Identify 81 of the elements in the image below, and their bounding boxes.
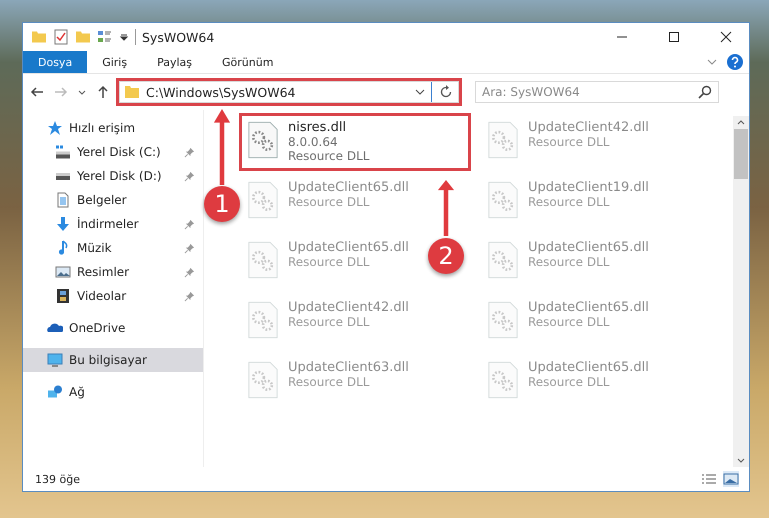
dll-file-icon (488, 360, 518, 400)
scrollbar-thumb[interactable] (734, 129, 748, 179)
film-icon (55, 288, 71, 304)
search-icon[interactable] (697, 84, 713, 100)
file-type: Resource DLL (528, 255, 610, 269)
download-arrow-icon (55, 216, 71, 232)
help-icon[interactable] (727, 54, 743, 70)
sidebar-item[interactable]: Yerel Disk (C:) (23, 140, 203, 164)
drive-icon (55, 144, 71, 160)
sidebar-item[interactable]: Hızlı erişim (23, 116, 203, 140)
sidebar-item[interactable]: Bu bilgisayar (23, 348, 203, 372)
scroll-up-icon[interactable] (737, 120, 745, 125)
file-type: Resource DLL (288, 149, 370, 163)
sidebar-item[interactable]: İndirmeler (23, 212, 203, 236)
file-version: 8.0.0.64 (288, 135, 339, 149)
pin-icon[interactable] (184, 146, 195, 158)
sidebar-item[interactable]: Müzik (23, 236, 203, 260)
file-name: UpdateClient42.dll (528, 120, 649, 135)
file-type: Resource DLL (288, 195, 370, 209)
view-menu-icon[interactable] (97, 29, 113, 45)
file-name: nisres.dll (288, 120, 348, 135)
pin-icon[interactable] (184, 170, 195, 182)
file-name: UpdateClient42.dll (288, 300, 409, 315)
search-field[interactable]: Ara: SysWOW64 (475, 81, 719, 103)
dll-file-icon (248, 360, 278, 400)
star-icon (47, 120, 63, 136)
file-name: UpdateClient65.dll (528, 300, 649, 315)
file-name: UpdateClient63.dll (288, 360, 409, 375)
dll-file-icon (488, 300, 518, 340)
annotation-arrow (437, 180, 455, 236)
large-icons-view-icon[interactable] (723, 471, 739, 487)
drive-icon (55, 172, 71, 180)
dll-file-icon (248, 180, 278, 220)
file-type: Resource DLL (528, 375, 610, 389)
address-field[interactable]: C:\Windows\SysWOW64 (119, 81, 459, 103)
sidebar-item[interactable]: Videolar (23, 284, 203, 308)
file-name: UpdateClient65.dll (528, 360, 649, 375)
file-name: UpdateClient65.dll (528, 240, 649, 255)
sidebar-item[interactable]: Belgeler (23, 188, 203, 212)
customize-caret-icon[interactable] (119, 32, 129, 42)
properties-icon[interactable] (53, 29, 69, 45)
pin-icon[interactable] (184, 242, 195, 254)
item-count: 139 öğe (35, 472, 81, 486)
pin-icon[interactable] (184, 266, 195, 278)
file-type: Resource DLL (528, 135, 610, 149)
pin-icon[interactable] (184, 218, 195, 230)
ribbon-tab[interactable]: Dosya (23, 51, 88, 73)
ribbon-tab[interactable]: Paylaş (142, 51, 207, 73)
monitor-icon (47, 352, 63, 368)
expand-ribbon-icon[interactable] (707, 57, 717, 67)
dll-file-icon (488, 240, 518, 280)
file-item[interactable]: nisres.dll 8.0.0.64 Resource DLL (242, 116, 468, 168)
ribbon-tab[interactable]: Görünüm (207, 51, 288, 73)
pin-icon[interactable] (184, 290, 195, 302)
sidebar-item[interactable]: Resimler (23, 260, 203, 284)
sidebar-item[interactable]: Yerel Disk (D:) (23, 164, 203, 188)
file-type: Resource DLL (288, 315, 370, 329)
dll-file-icon (248, 240, 278, 280)
file-name: UpdateClient19.dll (528, 180, 649, 195)
network-icon (47, 384, 63, 400)
file-type: Resource DLL (528, 195, 610, 209)
dll-file-icon (488, 180, 518, 220)
dropdown-caret-icon[interactable] (415, 87, 425, 97)
file-type: Resource DLL (288, 375, 370, 389)
dll-file-icon (248, 300, 278, 340)
file-name: UpdateClient65.dll (288, 240, 409, 255)
file-type: Resource DLL (528, 315, 610, 329)
dll-file-icon (488, 120, 518, 160)
document-icon (55, 192, 71, 208)
ribbon-tab[interactable]: Giriş (87, 51, 142, 73)
scroll-down-icon[interactable] (737, 458, 745, 463)
dll-file-icon (248, 120, 278, 160)
file-type: Resource DLL (288, 255, 370, 269)
file-name: UpdateClient65.dll (288, 180, 409, 195)
folder-icon (124, 84, 140, 100)
picture-icon (55, 264, 71, 280)
sidebar-item[interactable]: Ağ (23, 380, 203, 404)
sidebar-item[interactable]: OneDrive (23, 316, 203, 340)
scrollbar[interactable] (733, 116, 749, 467)
window-title: SysWOW64 (142, 30, 214, 44)
refresh-icon[interactable] (438, 84, 454, 100)
